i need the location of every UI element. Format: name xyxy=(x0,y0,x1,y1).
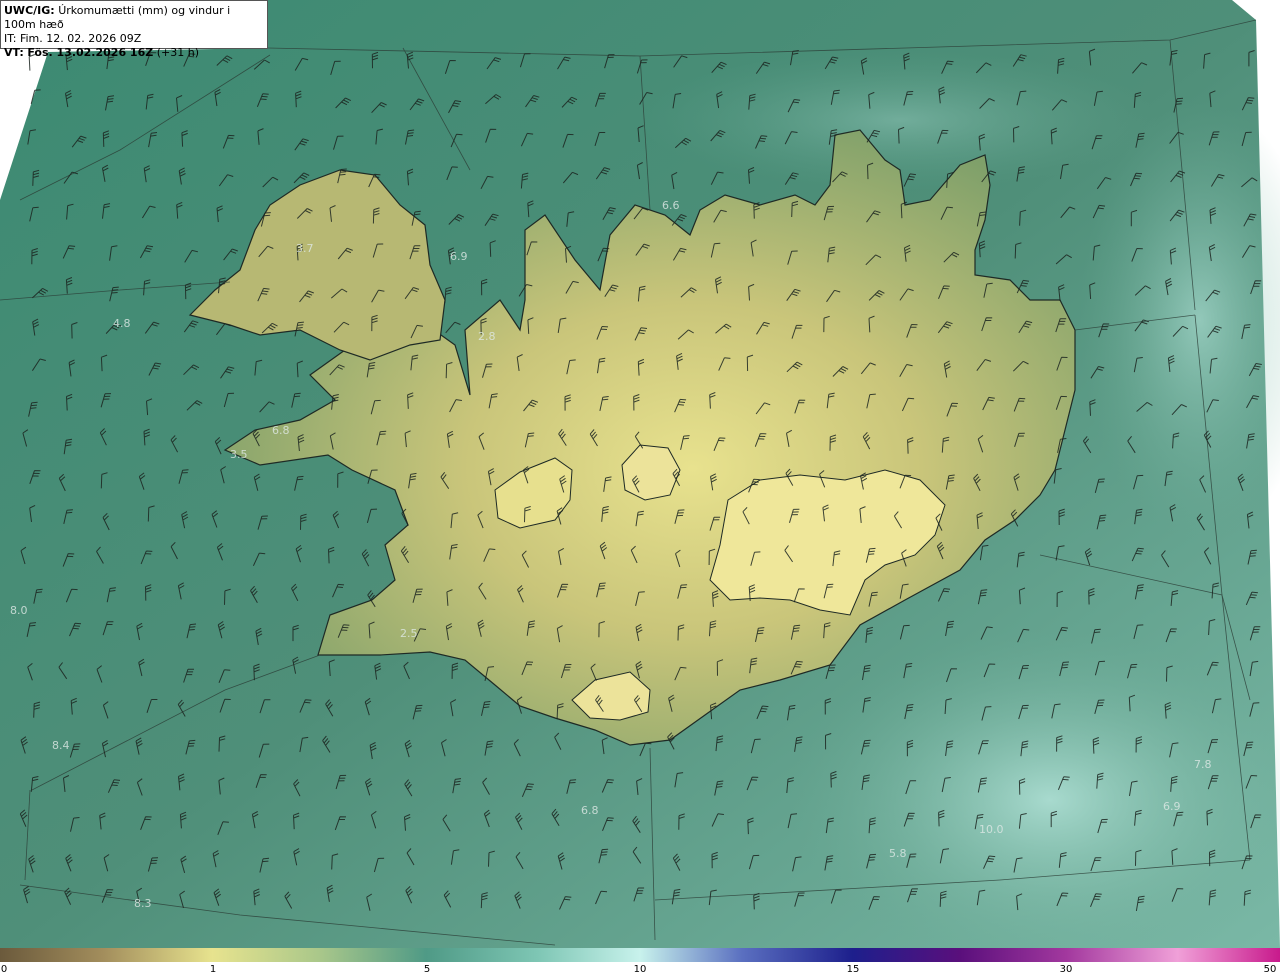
precipitable-water-map: 3.7 6.9 6.6 4.8 2.8 6.8 3.5 2.5 8.0 8.4 … xyxy=(0,0,1280,948)
valid-time: Fös. 13.02.2026 16Z xyxy=(27,46,154,59)
value-label: 5.8 xyxy=(889,847,907,860)
colorbar-tick: 5 xyxy=(423,964,431,975)
colorbar-tick: 30 xyxy=(1059,964,1073,975)
value-label: 3.5 xyxy=(230,448,248,461)
value-label: 3.7 xyxy=(296,242,314,255)
issue-time-line: IT: Fim. 12. 02. 2026 09Z xyxy=(4,32,264,46)
value-label: 10.0 xyxy=(979,823,1004,836)
valid-time-prefix: VT: xyxy=(4,46,24,59)
colorbar-gradient xyxy=(0,948,1280,962)
title-line: UWC/IG: Úrkomumætti (mm) og vindur i 100… xyxy=(4,4,264,32)
value-label: 6.9 xyxy=(450,250,468,263)
value-label: 6.6 xyxy=(662,199,680,212)
lead-time: (+31 h) xyxy=(156,46,199,59)
model-name: UWC/IG: xyxy=(4,4,55,17)
colorbar-tick: 50 xyxy=(1263,964,1277,975)
value-label: 6.8 xyxy=(581,804,599,817)
colorbar-tick: 1 xyxy=(209,964,217,975)
value-label: 2.8 xyxy=(478,330,496,343)
value-label: 7.8 xyxy=(1194,758,1212,771)
value-label: 6.8 xyxy=(272,424,290,437)
issue-time-prefix: IT: xyxy=(4,32,17,45)
valid-time-line: VT: Fös. 13.02.2026 16Z (+31 h) xyxy=(4,46,264,60)
value-label: 6.9 xyxy=(1163,800,1181,813)
value-label: 8.3 xyxy=(134,897,152,910)
map-legend: UWC/IG: Úrkomumætti (mm) og vindur i 100… xyxy=(0,0,268,59)
colorbar-tick: 10 xyxy=(633,964,647,975)
value-label: 8.4 xyxy=(52,739,70,752)
sea-light-zone-n xyxy=(640,50,1160,190)
colorbar-labels: 0 1 5 10 15 30 50 xyxy=(0,962,1280,978)
colorbar-tick: 15 xyxy=(846,964,860,975)
value-label: 4.8 xyxy=(113,317,131,330)
value-label: 8.0 xyxy=(10,604,28,617)
issue-time: Fim. 12. 02. 2026 09Z xyxy=(19,32,142,45)
value-label: 2.5 xyxy=(400,627,418,640)
colorbar-tick: 0 xyxy=(0,964,8,975)
colorbar xyxy=(0,948,1280,962)
